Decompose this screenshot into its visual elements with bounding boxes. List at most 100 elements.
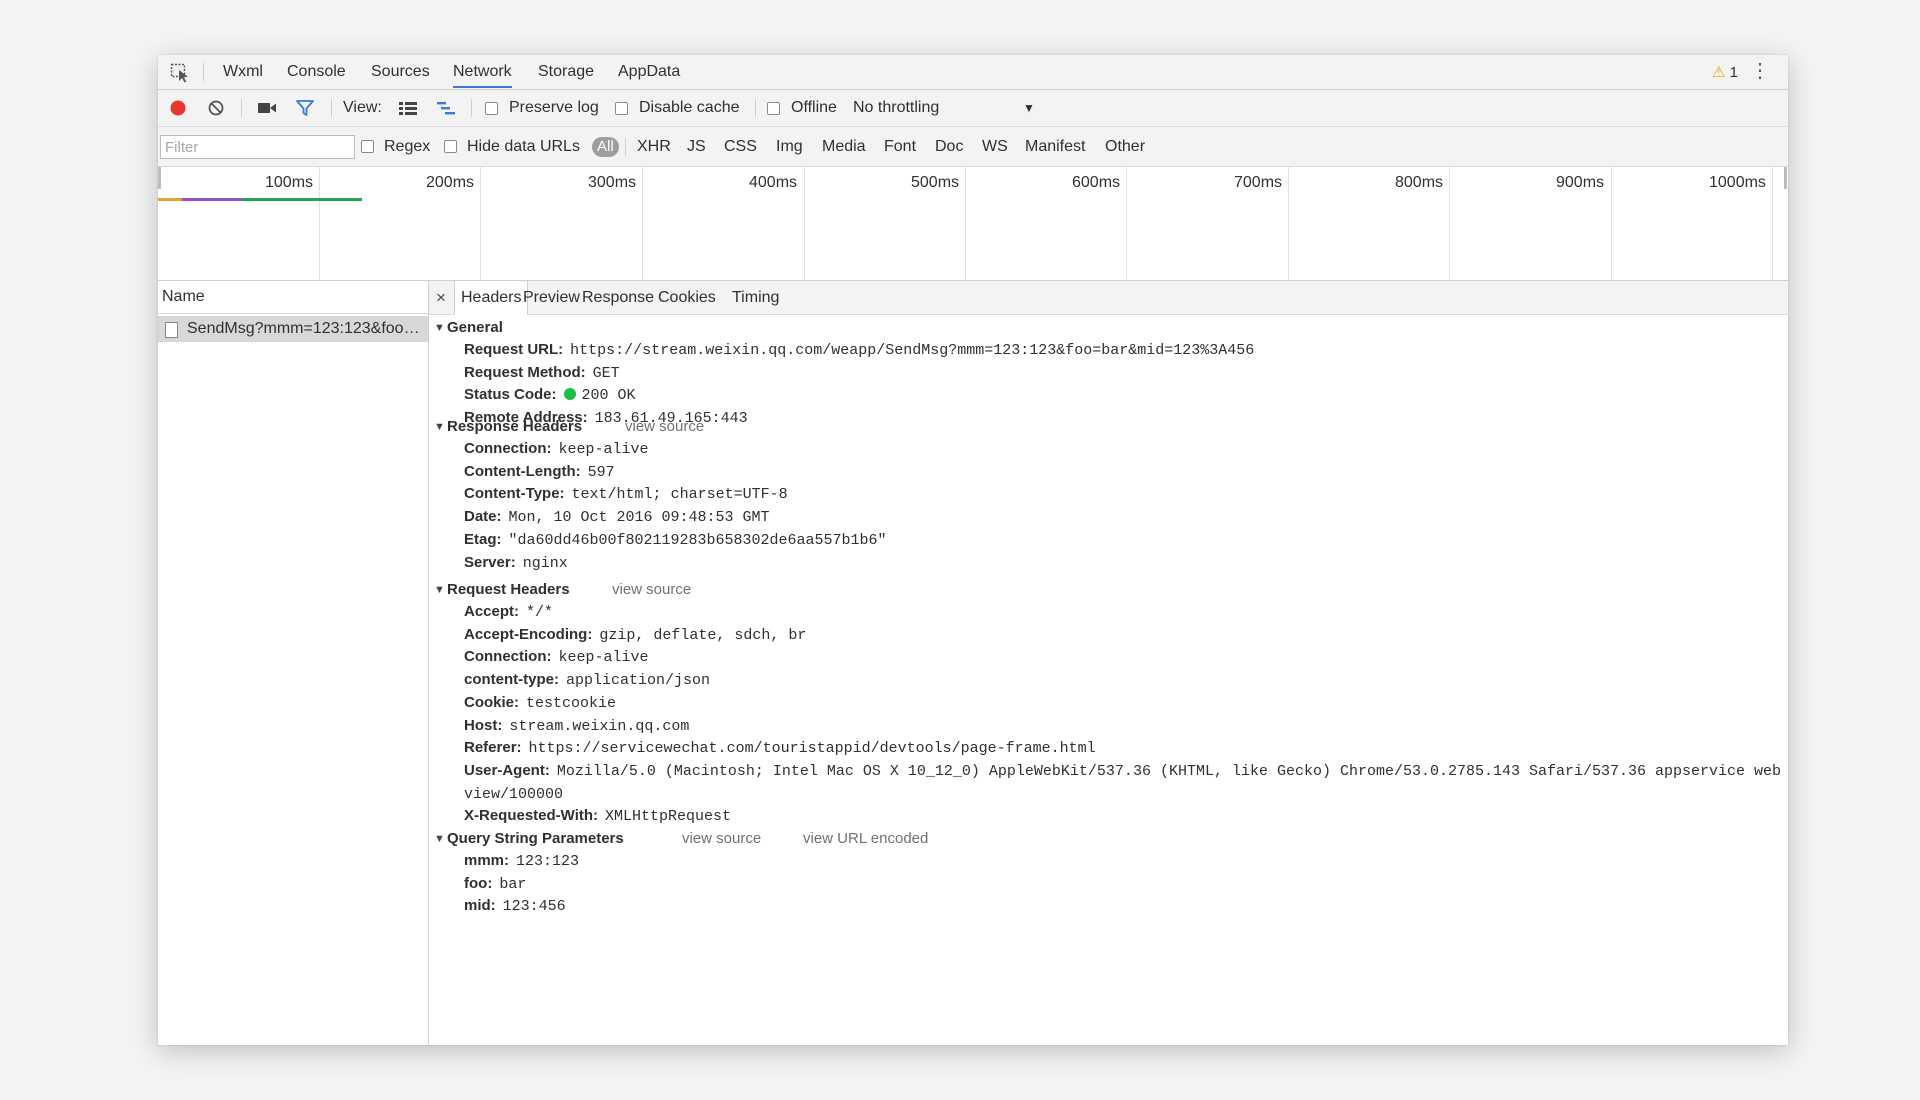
clear-icon[interactable] xyxy=(206,99,226,117)
tab-cookies[interactable]: Cookies xyxy=(658,281,716,314)
request-list: Name SendMsg?mmm=123:123&foo=bar&mid=123… xyxy=(158,281,429,1045)
header-value: https://stream.weixin.qq.com/weapp/SendM… xyxy=(570,342,1255,359)
disable-cache-checkbox[interactable] xyxy=(615,102,628,115)
tab-network[interactable]: Network xyxy=(453,55,512,88)
type-filter-xhr[interactable]: XHR xyxy=(637,127,671,166)
toolbar-divider xyxy=(471,99,472,117)
warning-counter[interactable]: ⚠ 1 xyxy=(1712,63,1738,81)
name-column-header[interactable]: Name xyxy=(158,281,428,314)
param-key: mid: xyxy=(464,897,496,915)
overview-gridline xyxy=(1126,167,1127,280)
triangle-down-icon: ▼ xyxy=(434,421,445,433)
header-key: Etag: xyxy=(464,530,502,548)
header-value: "da60dd46b00f802119283b658302de6aa557b1b… xyxy=(508,531,887,549)
tab-response[interactable]: Response xyxy=(582,281,654,314)
header-row: Referer: https://servicewechat.com/touris… xyxy=(429,737,1788,760)
request-row[interactable]: SendMsg?mmm=123:123&foo=bar&mid=123%3A45… xyxy=(158,316,428,342)
tab-sources[interactable]: Sources xyxy=(371,55,430,88)
tab-preview[interactable]: Preview xyxy=(523,281,580,314)
large-rows-icon[interactable] xyxy=(398,99,418,117)
chevron-down-icon[interactable]: ▼ xyxy=(1023,90,1035,126)
header-row: Date: Mon, 10 Oct 2016 09:48:53 GMT xyxy=(429,506,1788,529)
throttling-select[interactable]: No throttling xyxy=(853,90,939,126)
param-row: mid: 123:456 xyxy=(429,895,1788,918)
triangle-down-icon: ▼ xyxy=(434,833,445,845)
regex-checkbox[interactable] xyxy=(361,140,374,153)
overview-tick-label: 100ms xyxy=(265,174,314,191)
header-key: User-Agent: xyxy=(464,761,550,779)
header-key: Request URL: xyxy=(464,341,564,358)
close-icon[interactable]: × xyxy=(436,281,446,314)
inspect-element-icon[interactable] xyxy=(170,63,192,83)
offline-checkbox[interactable] xyxy=(767,102,780,115)
header-key: content-type: xyxy=(464,671,559,689)
header-row: Status Code: 200 OK xyxy=(429,384,1788,407)
offline-label: Offline xyxy=(791,99,837,116)
type-filter-other[interactable]: Other xyxy=(1105,127,1145,166)
section-title: Response Headers xyxy=(447,418,583,435)
type-filter-doc[interactable]: Doc xyxy=(935,127,963,166)
detail-tabbar: × Headers Preview Response Cookies Timin… xyxy=(429,281,1788,315)
overview-tick-label: 600ms xyxy=(1072,174,1121,191)
param-value: 123:123 xyxy=(516,853,580,870)
overview-gridline xyxy=(480,167,481,280)
view-source-link[interactable]: view source xyxy=(612,579,691,601)
overview-range-handle-right[interactable] xyxy=(1784,167,1787,189)
preserve-log-checkbox[interactable] xyxy=(485,102,498,115)
view-source-link[interactable]: view source xyxy=(682,828,761,850)
header-row: Accept: */* xyxy=(429,601,1788,624)
header-value: Mon, 10 Oct 2016 09:48:53 GMT xyxy=(508,509,770,527)
response-headers-section: ▼ Response Headers view source Connectio… xyxy=(429,416,1788,574)
tab-wxml[interactable]: Wxml xyxy=(223,55,263,88)
tab-appdata[interactable]: AppData xyxy=(618,55,680,88)
view-url-encoded-link[interactable]: view URL encoded xyxy=(803,828,928,850)
overview-tick-label: 200ms xyxy=(426,174,475,191)
header-key: X-Requested-With: xyxy=(464,807,599,825)
camera-icon[interactable] xyxy=(257,99,277,117)
more-vertical-icon[interactable]: ⋮ xyxy=(1750,61,1770,81)
request-detail-pane: × Headers Preview Response Cookies Timin… xyxy=(429,281,1788,1045)
filter-icon[interactable] xyxy=(295,99,315,117)
header-key: Referer: xyxy=(464,739,522,757)
query-params-section-header[interactable]: ▼ Query String Parameters view source vi… xyxy=(429,828,1788,850)
waterfall-icon[interactable] xyxy=(436,99,456,117)
header-row: Request Method: GET xyxy=(429,362,1788,385)
filter-input[interactable] xyxy=(160,135,355,159)
request-headers-section: ▼ Request Headers view source Accept: */*… xyxy=(429,579,1788,828)
timeline-overview[interactable]: 100ms 200ms 300ms 400ms 500ms 600ms 700m… xyxy=(158,167,1788,281)
section-title: Request Headers xyxy=(447,581,570,598)
type-filter-media[interactable]: Media xyxy=(822,127,866,166)
warning-icon: ⚠ xyxy=(1712,64,1726,81)
tab-timing[interactable]: Timing xyxy=(732,281,779,314)
view-source-link[interactable]: view source xyxy=(625,416,704,438)
type-filter-all[interactable]: All xyxy=(592,137,619,157)
response-headers-section-header[interactable]: ▼ Response Headers view source xyxy=(429,416,1788,438)
record-icon[interactable] xyxy=(168,99,188,117)
overview-gridline xyxy=(642,167,643,280)
tab-headers[interactable]: Headers xyxy=(454,281,529,315)
warning-count: 1 xyxy=(1729,64,1738,81)
status-dot-icon xyxy=(563,388,576,401)
type-filter-img[interactable]: Img xyxy=(776,127,803,166)
type-filter-ws[interactable]: WS xyxy=(982,127,1008,166)
header-row: Connection: keep-alive xyxy=(429,646,1788,669)
header-value: application/json xyxy=(566,672,711,690)
request-headers-section-header[interactable]: ▼ Request Headers view source xyxy=(429,579,1788,601)
section-title: General xyxy=(447,319,503,336)
header-key: Request Method: xyxy=(464,363,586,381)
tab-storage[interactable]: Storage xyxy=(538,55,594,88)
type-filter-font[interactable]: Font xyxy=(884,127,916,166)
overview-tick-label: 700ms xyxy=(1234,174,1283,191)
header-value: stream.weixin.qq.com xyxy=(509,717,690,735)
param-key: foo: xyxy=(464,874,493,892)
type-filter-manifest[interactable]: Manifest xyxy=(1025,127,1085,166)
type-filter-css[interactable]: CSS xyxy=(724,127,757,166)
tab-console[interactable]: Console xyxy=(287,55,346,88)
general-section-header[interactable]: ▼ General xyxy=(429,317,1788,339)
hide-data-urls-checkbox[interactable] xyxy=(444,140,457,153)
triangle-down-icon: ▼ xyxy=(434,322,445,334)
header-row: Host: stream.weixin.qq.com xyxy=(429,715,1788,738)
overview-bar-download xyxy=(242,198,362,201)
type-filter-js[interactable]: JS xyxy=(687,127,706,166)
overview-range-handle-left[interactable] xyxy=(158,167,161,189)
